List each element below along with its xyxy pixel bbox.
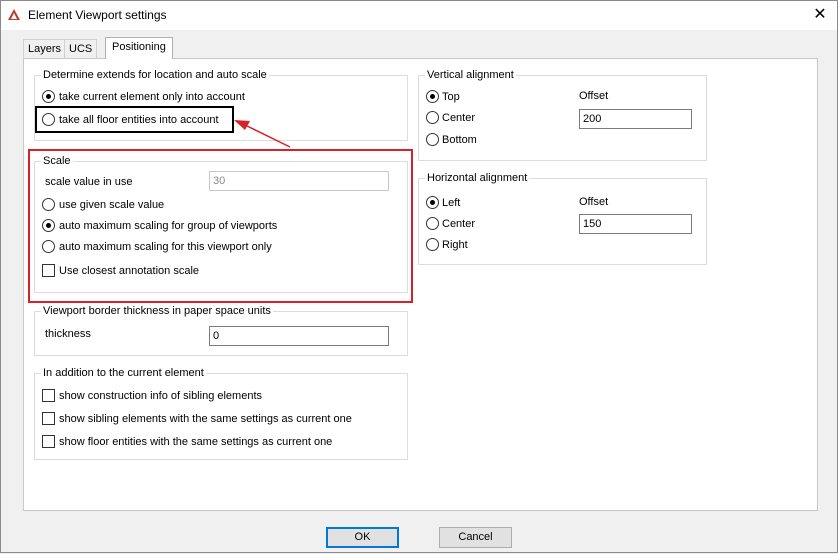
option-label: take current element only into account	[59, 91, 245, 103]
vertical-offset-input[interactable]: 200	[579, 109, 692, 129]
checkbox-label: show floor entities with the same settin…	[59, 436, 333, 448]
dialog-window: Element Viewport settings ✕ Layers UCS P…	[0, 0, 838, 553]
radio-button[interactable]	[426, 217, 439, 230]
tab-label: UCS	[69, 43, 93, 55]
checkbox-label: show construction info of sibling elemen…	[59, 390, 262, 402]
thickness-input[interactable]: 0	[209, 326, 389, 346]
annotation-red-box	[28, 149, 413, 303]
checkbox-label: show sibling elements with the same sett…	[59, 413, 352, 425]
option-label: Top	[442, 91, 460, 103]
thickness-label: thickness	[45, 328, 91, 340]
tab-label: Layers	[28, 43, 62, 55]
tab-ucs[interactable]: UCS	[64, 39, 98, 59]
ok-button[interactable]: OK	[326, 527, 399, 548]
group-title: In addition to the current element	[41, 367, 206, 379]
group-title: Horizontal alignment	[425, 172, 530, 184]
radio-button[interactable]	[426, 111, 439, 124]
radio-button[interactable]	[42, 90, 55, 103]
option-label: Bottom	[442, 134, 477, 146]
annotation-highlight-box	[35, 106, 234, 133]
horizontal-offset-input[interactable]: 150	[579, 214, 692, 234]
checkbox[interactable]	[42, 389, 55, 402]
title-bar: Element Viewport settings ✕	[1, 1, 837, 30]
radio-button[interactable]	[426, 90, 439, 103]
group-title: Viewport border thickness in paper space…	[41, 305, 273, 317]
checkbox[interactable]	[42, 435, 55, 448]
app-icon	[8, 9, 20, 20]
option-label: Center	[442, 112, 476, 124]
group-title: Vertical alignment	[425, 69, 516, 81]
option-label: Center	[442, 218, 476, 230]
checkbox[interactable]	[42, 412, 55, 425]
tab-layers[interactable]: Layers	[23, 39, 67, 59]
group-title: Determine extends for location and auto …	[41, 69, 269, 81]
close-icon: ✕	[813, 6, 827, 23]
window-title: Element Viewport settings	[28, 8, 167, 22]
radio-button[interactable]	[426, 133, 439, 146]
vertical-offset-label: Offset	[579, 90, 609, 102]
close-button[interactable]: ✕	[803, 1, 837, 30]
tab-label: Positioning	[112, 41, 166, 53]
option-label: Left	[442, 197, 461, 209]
option-label: Right	[442, 239, 468, 251]
tab-positioning[interactable]: Positioning	[105, 37, 173, 59]
radio-button[interactable]	[426, 196, 439, 209]
horizontal-offset-label: Offset	[579, 196, 609, 208]
radio-button[interactable]	[426, 238, 439, 251]
cancel-button[interactable]: Cancel	[439, 527, 512, 548]
